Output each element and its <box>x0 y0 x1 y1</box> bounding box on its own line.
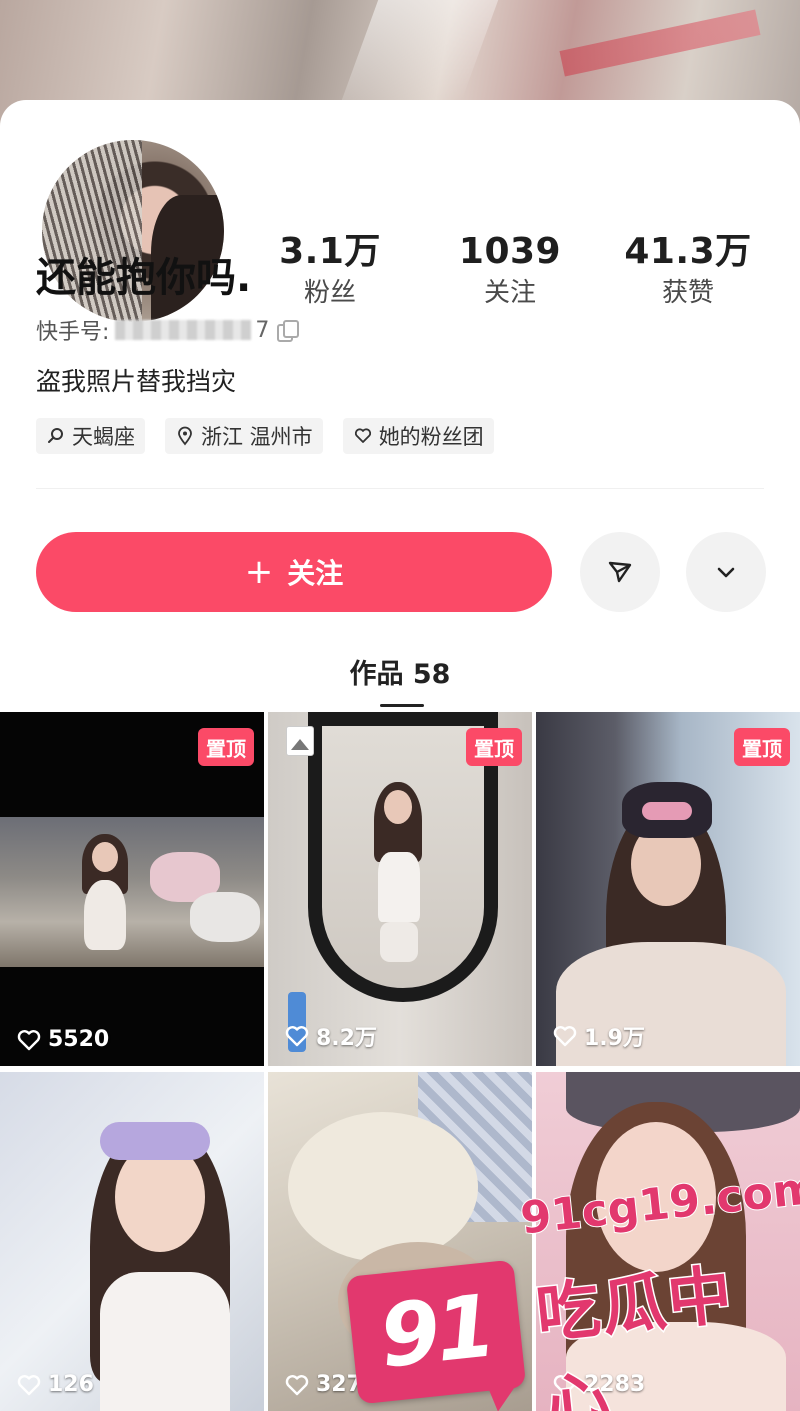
stat-following[interactable]: 1039 关注 <box>430 232 590 310</box>
work-tile[interactable]: 置顶 5520 <box>0 712 264 1066</box>
like-count-value: 1.9万 <box>584 1026 645 1051</box>
divider <box>36 488 764 489</box>
like-count-value: 8.2万 <box>316 1026 377 1051</box>
watermark-logo: 91 <box>345 1259 527 1405</box>
tab-active-indicator <box>380 704 424 707</box>
location-pin-icon <box>178 426 192 446</box>
tag-label: 浙江 温州市 <box>201 425 313 449</box>
profile-tags: 天蝎座 浙江 温州市 她的粉丝团 <box>36 418 494 454</box>
heart-outline-icon <box>17 1374 41 1395</box>
pinned-badge: 置顶 <box>734 728 790 766</box>
stat-label: 粉丝 <box>303 278 356 308</box>
chevron-down-icon <box>717 567 735 578</box>
tag-fan-club[interactable]: 她的粉丝团 <box>342 418 494 454</box>
stat-value: 41.3万 <box>624 231 752 272</box>
like-count: 327 <box>284 1372 362 1397</box>
search-icon <box>48 428 63 443</box>
profile-bio: 盗我照片替我挡灾 <box>36 367 237 396</box>
stat-value: 1039 <box>458 231 562 272</box>
tag-label: 她的粉丝团 <box>378 425 484 449</box>
profile-nickname: 还能抱你吗. <box>36 255 252 301</box>
like-count-value: 5520 <box>48 1027 110 1052</box>
like-count: 8.2万 <box>284 1020 377 1052</box>
follow-button-label: 关注 <box>287 557 344 590</box>
like-count-value: 327 <box>316 1372 362 1397</box>
tag-zodiac[interactable]: 天蝎座 <box>36 418 145 454</box>
send-icon <box>608 561 632 583</box>
stat-label: 关注 <box>483 278 536 308</box>
stat-likes-received[interactable]: 41.3万 获赞 <box>608 232 768 310</box>
pinned-badge: 置顶 <box>198 728 254 766</box>
tag-location[interactable]: 浙江 温州市 <box>165 418 323 454</box>
like-count: 1.9万 <box>552 1020 645 1052</box>
heart-outline-icon <box>553 1026 577 1047</box>
follow-button[interactable]: + 关注 <box>36 532 552 612</box>
like-count: 5520 <box>16 1027 109 1052</box>
send-message-button[interactable] <box>580 532 660 612</box>
user-id-row: 快手号: 7 <box>36 314 300 346</box>
work-tile[interactable]: 置顶 8.2万 <box>268 712 532 1066</box>
work-thumbnail <box>0 1072 264 1411</box>
pinned-badge: 置顶 <box>466 728 522 766</box>
like-count: 126 <box>16 1372 94 1397</box>
user-id-suffix: 7 <box>255 317 270 343</box>
stat-value: 3.1万 <box>279 231 381 272</box>
user-id-blurred <box>115 320 252 340</box>
plus-icon: + <box>244 552 274 592</box>
profile-card: 3.1万 粉丝 1039 关注 41.3万 获赞 还能抱你吗. 快手号: 7 盗… <box>0 100 800 712</box>
work-tile[interactable]: 126 <box>0 1072 264 1411</box>
image-post-icon <box>286 726 314 756</box>
stat-followers[interactable]: 3.1万 粉丝 <box>250 232 410 310</box>
heart-outline-icon <box>17 1029 41 1050</box>
stat-label: 获赞 <box>661 278 714 308</box>
heart-outline-icon <box>285 1026 309 1047</box>
user-id-label: 快手号: <box>36 320 110 345</box>
watermark-name: 吃瓜中心 <box>531 1257 739 1411</box>
work-tile[interactable]: 置顶 1.9万 <box>536 712 800 1066</box>
cover-decoration <box>559 9 761 77</box>
watermark-logo-number: 91 <box>375 1276 497 1388</box>
like-count-value: 126 <box>48 1372 94 1397</box>
copy-icon[interactable] <box>277 320 300 342</box>
tag-label: 天蝎座 <box>72 425 135 449</box>
more-options-button[interactable] <box>686 532 766 612</box>
tab-works[interactable]: 作品 58 <box>0 652 800 691</box>
heart-outline-icon <box>285 1374 309 1395</box>
heart-outline-icon <box>354 428 371 443</box>
